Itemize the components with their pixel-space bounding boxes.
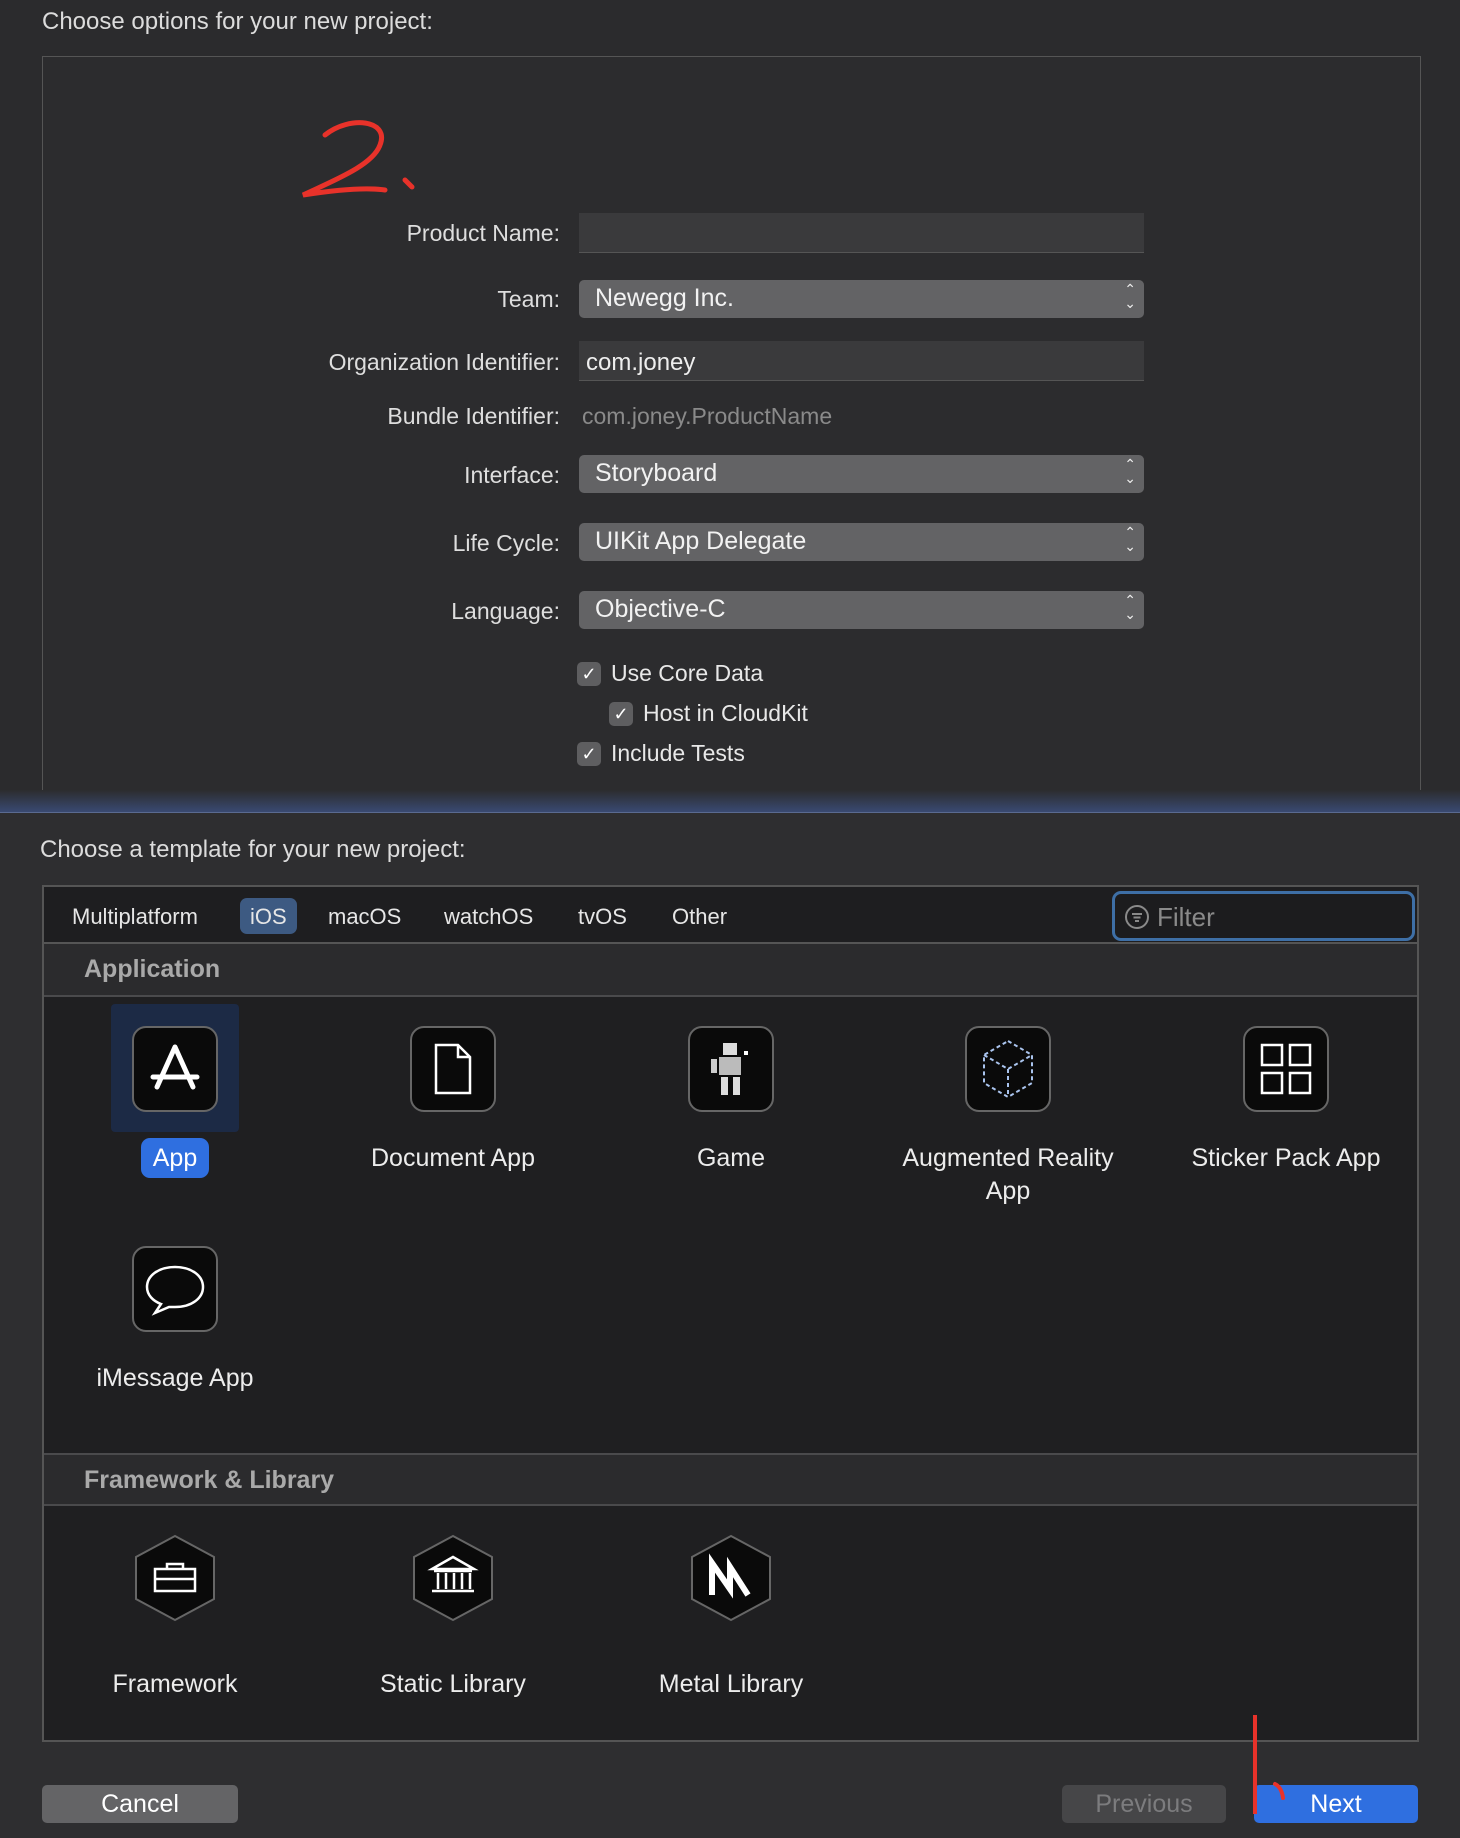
tab-watchos[interactable]: watchOS [434, 898, 543, 934]
checkmark-icon: ✓ [577, 741, 601, 766]
interface-value: Storyboard [595, 459, 718, 487]
language-value: Objective-C [595, 595, 726, 623]
metal-icon [691, 1534, 771, 1622]
template-label: iMessage App [96, 1364, 254, 1392]
game-robot-icon [688, 1026, 774, 1112]
tab-multiplatform[interactable]: Multiplatform [62, 898, 208, 934]
product-name-label: Product Name: [406, 220, 560, 246]
speech-bubble-icon [132, 1246, 218, 1332]
checkmark-icon: ✓ [609, 701, 633, 726]
document-icon [410, 1026, 496, 1112]
language-label: Language: [451, 598, 560, 624]
filter-icon [1125, 905, 1149, 929]
platform-tabs: Multiplatform iOS macOS watchOS tvOS Oth… [44, 887, 1417, 944]
tab-tvos[interactable]: tvOS [568, 898, 637, 934]
template-label: Sticker Pack App [1191, 1144, 1381, 1172]
filter-placeholder: Filter [1157, 902, 1215, 932]
host-in-cloudkit-checkbox[interactable]: ✓ Host in CloudKit [609, 700, 808, 727]
chevron-updown-icon: ⌃ ⌄ [1124, 456, 1136, 486]
checkbox-label: Include Tests [611, 740, 745, 766]
checkmark-icon: ✓ [577, 661, 601, 686]
template-metal-library[interactable]: Metal Library [616, 1533, 846, 1701]
tab-other[interactable]: Other [662, 898, 737, 934]
previous-button[interactable]: Previous [1062, 1785, 1226, 1823]
chevron-updown-icon: ⌃ ⌄ [1124, 592, 1136, 622]
lifecycle-popup[interactable]: UIKit App Delegate ⌃ ⌄ [579, 523, 1144, 561]
toolbox-icon [135, 1534, 215, 1622]
template-heading: Choose a template for your new project: [40, 836, 466, 863]
lifecycle-label: Life Cycle: [452, 530, 560, 556]
template-sticker-pack-app[interactable]: Sticker Pack App [1171, 1026, 1401, 1175]
lifecycle-value: UIKit App Delegate [595, 527, 807, 555]
template-box: Multiplatform iOS macOS watchOS tvOS Oth… [42, 885, 1419, 1742]
options-heading: Choose options for your new project: [42, 8, 433, 35]
filter-input[interactable]: Filter [1112, 891, 1415, 941]
tab-macos[interactable]: macOS [318, 898, 411, 934]
interface-label: Interface: [464, 462, 560, 488]
template-label: Framework [112, 1670, 238, 1698]
template-label: Game [696, 1144, 766, 1172]
ar-cube-icon [965, 1026, 1051, 1112]
template-game[interactable]: Game [616, 1026, 846, 1175]
checkbox-label: Use Core Data [611, 660, 764, 686]
cancel-button[interactable]: Cancel [42, 1785, 238, 1823]
chevron-updown-icon: ⌃ ⌄ [1124, 281, 1136, 311]
template-framework[interactable]: Framework [60, 1533, 290, 1701]
template-label: Document App [371, 1144, 535, 1172]
annotation-2 [301, 120, 415, 198]
app-store-icon [132, 1026, 218, 1112]
checkbox-label: Host in CloudKit [643, 700, 808, 726]
bundle-identifier-label: Bundle Identifier: [387, 403, 560, 429]
template-augmented-reality-app[interactable]: Augmented Reality App [893, 1026, 1123, 1208]
product-name-field[interactable] [579, 213, 1144, 253]
team-popup[interactable]: Newegg Inc. ⌃ ⌄ [579, 280, 1144, 318]
divider-glow [0, 790, 1460, 814]
library-building-icon [413, 1534, 493, 1622]
template-static-library[interactable]: Static Library [338, 1533, 568, 1701]
annotation-1 [1253, 1715, 1285, 1814]
template-label: Metal Library [658, 1670, 804, 1698]
template-document-app[interactable]: Document App [338, 1026, 568, 1175]
tab-ios[interactable]: iOS [240, 898, 297, 934]
org-identifier-field[interactable]: com.joney [579, 341, 1144, 381]
org-identifier-label: Organization Identifier: [328, 349, 560, 375]
template-imessage-app[interactable]: iMessage App [60, 1246, 290, 1395]
team-label: Team: [497, 286, 560, 312]
chevron-updown-icon: ⌃ ⌄ [1124, 524, 1136, 554]
use-core-data-checkbox[interactable]: ✓ Use Core Data [577, 660, 763, 687]
section-application: Application [44, 944, 1417, 997]
bundle-identifier-value: com.joney.ProductName [582, 403, 833, 429]
language-popup[interactable]: Objective-C ⌃ ⌄ [579, 591, 1144, 629]
team-value: Newegg Inc. [595, 284, 734, 312]
interface-popup[interactable]: Storyboard ⌃ ⌄ [579, 455, 1144, 493]
template-app[interactable]: App [60, 1026, 290, 1178]
grid-icon [1243, 1026, 1329, 1112]
template-label: Augmented Reality App [902, 1144, 1114, 1205]
section-framework-library: Framework & Library [44, 1453, 1417, 1506]
template-label: App [140, 1138, 210, 1178]
template-label: Static Library [380, 1670, 526, 1698]
include-tests-checkbox[interactable]: ✓ Include Tests [577, 740, 745, 767]
